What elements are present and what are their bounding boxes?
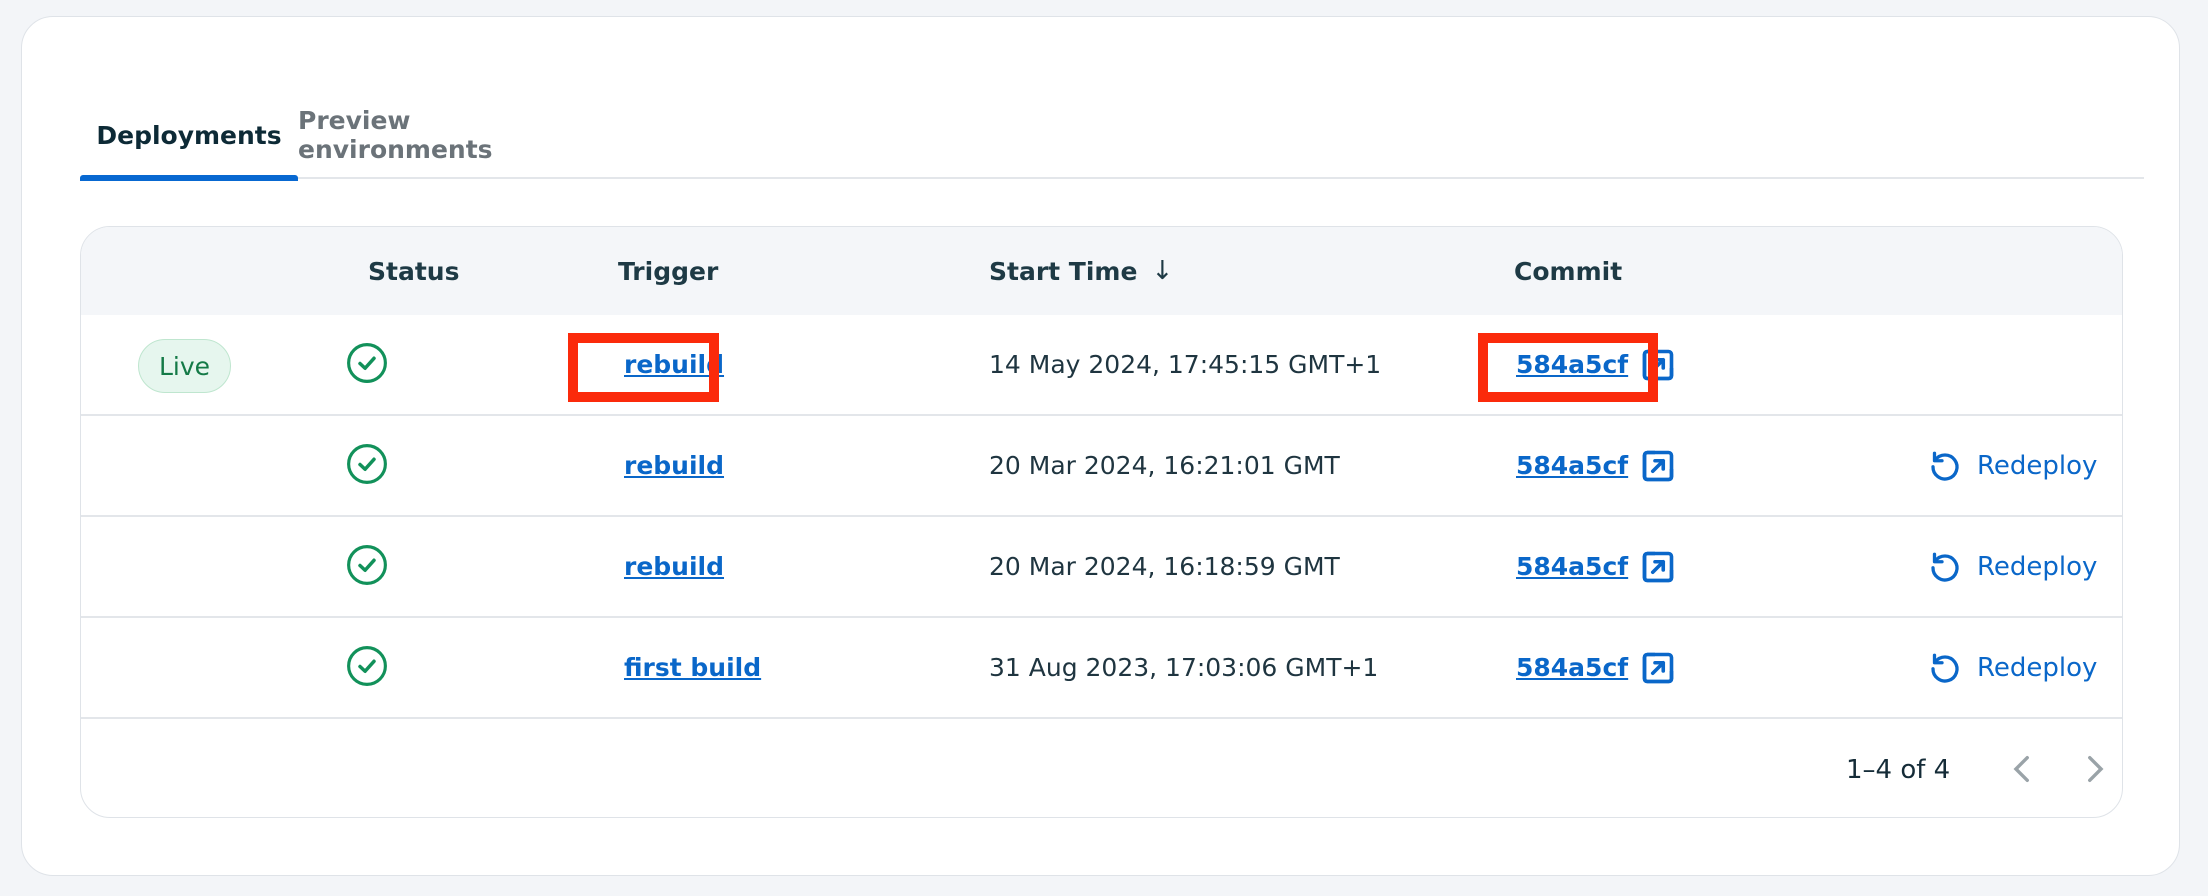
redeploy-icon: [1931, 653, 1959, 683]
success-check-icon: [347, 444, 387, 484]
success-check-icon: [347, 343, 387, 383]
header-start-time-label: Start Time: [989, 256, 1138, 286]
trigger-link[interactable]: rebuild: [624, 552, 724, 581]
header-status: Status: [368, 256, 460, 286]
commit-cell: 584a5cf: [1516, 618, 1676, 717]
table-row: rebuild 20 Mar 2024, 16:18:59 GMT 584a5c…: [81, 517, 2122, 618]
success-check-icon: [347, 646, 387, 686]
commit-link[interactable]: 584a5cf: [1516, 653, 1628, 682]
commit-link[interactable]: 584a5cf: [1516, 451, 1628, 480]
deployments-table: Status Trigger Start Time ↓ Commit Live …: [80, 226, 2123, 818]
commit-link[interactable]: 584a5cf: [1516, 552, 1628, 581]
deployments-card: Deployments Preview environments Status …: [21, 16, 2180, 876]
commit-cell: 584a5cf: [1516, 416, 1676, 515]
highlight-box-trigger: [568, 333, 719, 402]
success-check-icon: [347, 545, 387, 585]
redeploy-button[interactable]: Redeploy: [1927, 416, 2097, 515]
sort-descending-icon: ↓: [1151, 256, 1174, 286]
start-time: 14 May 2024, 17:45:15 GMT+1: [989, 350, 1382, 379]
table-row: rebuild 20 Mar 2024, 16:21:01 GMT 584a5c…: [81, 416, 2122, 517]
tab-bar: Deployments Preview environments: [80, 97, 2144, 181]
start-time: 31 Aug 2023, 17:03:06 GMT+1: [989, 653, 1379, 682]
header-commit: Commit: [1514, 256, 1623, 286]
trigger-cell: first build: [624, 618, 761, 717]
highlight-box-commit: [1478, 333, 1658, 402]
redeploy-label: Redeploy: [1977, 652, 2098, 683]
redeploy-button[interactable]: Redeploy: [1927, 618, 2097, 717]
table-footer: 1–4 of 4: [81, 720, 2122, 817]
table-row: Live rebuild 14 May 2024, 17:45:15 GMT+1…: [81, 315, 2122, 416]
trigger-link[interactable]: rebuild: [624, 451, 724, 480]
start-time: 20 Mar 2024, 16:21:01 GMT: [989, 451, 1340, 480]
start-time: 20 Mar 2024, 16:18:59 GMT: [989, 552, 1340, 581]
redeploy-label: Redeploy: [1977, 551, 2098, 582]
table-header: Status Trigger Start Time ↓ Commit: [81, 227, 2122, 315]
trigger-cell: rebuild: [624, 416, 724, 515]
trigger-cell: rebuild: [624, 517, 724, 616]
external-link-icon[interactable]: [1640, 650, 1676, 686]
redeploy-icon: [1931, 552, 1959, 582]
previous-page-button[interactable]: [2006, 752, 2040, 786]
header-trigger: Trigger: [618, 256, 719, 286]
pagination-range: 1–4 of 4: [1846, 754, 1951, 785]
table-row: first build 31 Aug 2023, 17:03:06 GMT+1 …: [81, 618, 2122, 719]
commit-cell: 584a5cf: [1516, 517, 1676, 616]
redeploy-button[interactable]: Redeploy: [1927, 517, 2097, 616]
redeploy-icon: [1931, 451, 1959, 481]
external-link-icon[interactable]: [1640, 549, 1676, 585]
header-start-time[interactable]: Start Time ↓: [989, 227, 1173, 315]
next-page-button[interactable]: [2077, 752, 2111, 786]
redeploy-label: Redeploy: [1977, 450, 2098, 481]
tab-preview-environments[interactable]: Preview environments: [298, 97, 604, 179]
live-badge: Live: [138, 339, 231, 393]
external-link-icon[interactable]: [1640, 448, 1676, 484]
trigger-link[interactable]: first build: [624, 653, 761, 682]
tab-deployments[interactable]: Deployments: [80, 97, 298, 181]
